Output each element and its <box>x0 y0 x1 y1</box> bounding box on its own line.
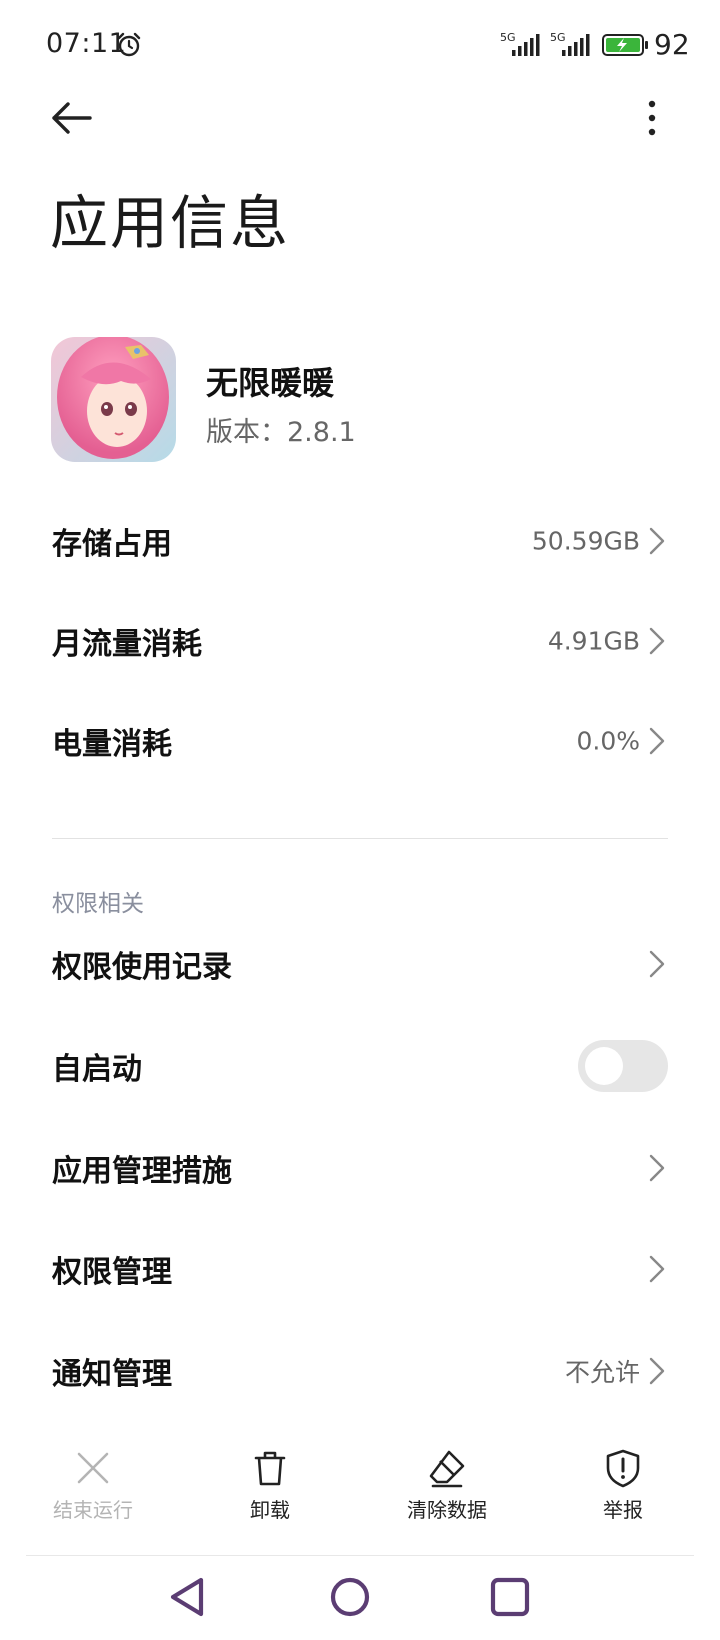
version-number: 2.8.1 <box>287 417 356 448</box>
status-bar: 07:11 5G 5G 92 <box>0 0 720 90</box>
action-bar: 结束运行 卸载 清除数据 举报 <box>0 1440 720 1550</box>
data-usage-row[interactable]: 月流量消耗 4.91GB <box>0 590 720 692</box>
battery-usage-row[interactable]: 电量消耗 0.0% <box>0 690 720 792</box>
chevron-right-icon <box>649 727 665 755</box>
signal1-label: 5G <box>500 31 516 44</box>
row-label: 通知管理 <box>52 1357 172 1392</box>
action-label: 举报 <box>603 1498 643 1522</box>
row-label: 权限管理 <box>52 1255 172 1290</box>
row-label: 自启动 <box>52 1052 142 1087</box>
action-label: 结束运行 <box>53 1498 133 1522</box>
divider <box>26 1555 694 1556</box>
battery-charging-icon <box>602 34 648 56</box>
alarm-icon <box>117 32 141 57</box>
app-management-row[interactable]: 应用管理措施 <box>0 1117 720 1219</box>
app-icon <box>51 337 176 462</box>
chevron-right-icon <box>649 1357 665 1385</box>
nav-home-icon[interactable] <box>327 1574 373 1620</box>
row-label: 应用管理措施 <box>52 1154 232 1189</box>
action-label: 卸载 <box>250 1498 290 1522</box>
chevron-right-icon <box>649 527 665 555</box>
more-vertical-icon[interactable] <box>640 96 664 140</box>
autostart-row[interactable]: 自启动 <box>0 1015 720 1117</box>
battery-level: 92 <box>654 28 690 61</box>
force-stop-button[interactable]: 结束运行 <box>18 1440 168 1540</box>
row-label: 权限使用记录 <box>52 950 232 985</box>
row-value: 0.0% <box>576 726 640 756</box>
eraser-icon <box>429 1450 465 1488</box>
chevron-right-icon <box>649 1154 665 1182</box>
version-label: 版本： <box>206 417 287 448</box>
divider <box>52 838 668 839</box>
chevron-right-icon <box>649 950 665 978</box>
uninstall-button[interactable]: 卸载 <box>195 1440 345 1540</box>
row-label: 月流量消耗 <box>52 627 202 662</box>
clear-data-button[interactable]: 清除数据 <box>372 1440 522 1540</box>
row-value: 不允许 <box>564 1358 640 1387</box>
app-version: 版本：2.8.1 <box>206 410 356 449</box>
signal-icon: 5G <box>550 31 590 56</box>
storage-row[interactable]: 存储占用 50.59GB <box>0 490 720 592</box>
notification-management-row[interactable]: 通知管理 不允许 <box>0 1320 720 1422</box>
back-arrow-icon[interactable] <box>46 96 98 140</box>
signal-icon: 5G <box>500 31 540 56</box>
row-label: 存储占用 <box>52 527 172 562</box>
app-name: 无限暖暖 <box>206 364 335 402</box>
row-value: 50.59GB <box>531 526 640 556</box>
permission-history-row[interactable]: 权限使用记录 <box>0 913 720 1015</box>
trash-icon <box>254 1451 286 1486</box>
report-button[interactable]: 举报 <box>548 1440 698 1540</box>
row-value: 4.91GB <box>547 626 640 656</box>
chevron-right-icon <box>649 1255 665 1283</box>
close-icon <box>77 1452 109 1484</box>
row-label: 电量消耗 <box>52 727 172 762</box>
autostart-toggle[interactable] <box>578 1040 668 1092</box>
nav-recents-icon[interactable] <box>487 1574 533 1620</box>
nav-back-icon[interactable] <box>165 1574 211 1620</box>
chevron-right-icon <box>649 627 665 655</box>
toggle-knob <box>585 1047 623 1085</box>
action-label: 清除数据 <box>407 1498 487 1522</box>
status-time: 07:11 <box>46 28 127 59</box>
top-bar <box>0 90 720 180</box>
report-shield-icon <box>606 1449 640 1488</box>
permission-management-row[interactable]: 权限管理 <box>0 1218 720 1320</box>
signal2-label: 5G <box>550 31 566 44</box>
page-title: 应用信息 <box>50 189 291 257</box>
